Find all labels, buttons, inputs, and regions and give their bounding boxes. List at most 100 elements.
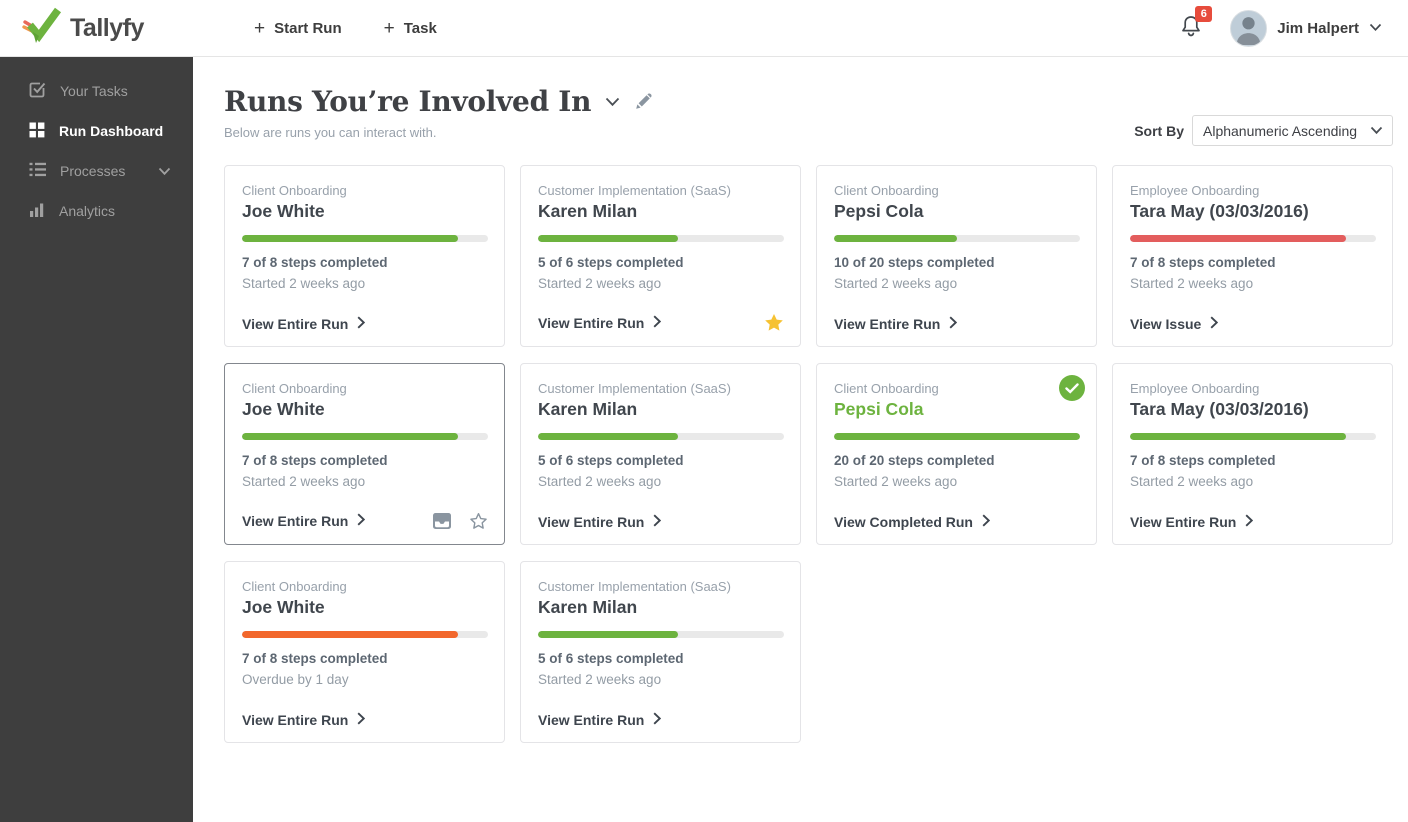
run-title: Joe White (242, 201, 325, 221)
progress-bar (242, 631, 488, 638)
progress-bar-fill (242, 631, 459, 638)
run-card[interactable]: Client Onboarding Joe White 7 of 8 steps… (224, 561, 505, 743)
new-task-button[interactable]: + Task (384, 19, 437, 38)
start-run-button[interactable]: + Start Run (254, 19, 342, 38)
top-bar: Tallyfy + Start Run + Task 6 Jim Halpert (0, 0, 1408, 57)
run-steps-completed: 7 of 8 steps completed (1130, 255, 1276, 270)
run-card[interactable]: Client Onboarding Pepsi Cola 10 of 20 st… (816, 165, 1097, 347)
run-card[interactable]: Customer Implementation (SaaS) Karen Mil… (520, 165, 801, 347)
bell-icon (1180, 15, 1202, 42)
run-steps-completed: 5 of 6 steps completed (538, 453, 684, 468)
progress-bar-fill (538, 631, 679, 638)
view-run-link[interactable]: View Completed Run (834, 514, 991, 530)
progress-bar (1130, 433, 1376, 440)
chevron-right-icon (653, 514, 662, 530)
view-run-link[interactable]: View Entire Run (538, 314, 662, 331)
run-card[interactable]: Customer Implementation (SaaS) Karen Mil… (520, 561, 801, 743)
run-status-text: Started 2 weeks ago (1130, 474, 1254, 489)
chevron-right-icon (357, 712, 366, 728)
run-process-name: Client Onboarding (834, 381, 939, 396)
view-run-link[interactable]: View Entire Run (538, 712, 662, 728)
sidebar-item-run-dashboard[interactable]: Run Dashboard (0, 111, 193, 151)
notifications-button[interactable]: 6 (1180, 5, 1213, 43)
user-menu[interactable]: Jim Halpert (1230, 9, 1382, 47)
view-run-label: View Entire Run (538, 712, 645, 728)
run-card[interactable]: Employee Onboarding Tara May (03/03/2016… (1112, 165, 1393, 347)
bar-chart-icon (29, 202, 45, 221)
sort-select[interactable]: Alphanumeric Ascending (1192, 115, 1393, 146)
view-run-label: View Entire Run (242, 513, 349, 529)
run-steps-completed: 7 of 8 steps completed (1130, 453, 1276, 468)
run-status-text: Overdue by 1 day (242, 672, 349, 687)
run-card[interactable]: Client Onboarding Pepsi Cola 20 of 20 st… (816, 363, 1097, 545)
run-process-name: Client Onboarding (242, 381, 347, 396)
run-status-text: Started 2 weeks ago (242, 474, 366, 489)
task-label: Task (403, 19, 437, 37)
view-run-label: View Entire Run (538, 314, 645, 331)
progress-bar (538, 235, 784, 242)
runs-grid: Client Onboarding Joe White 7 of 8 steps… (224, 165, 1393, 743)
tallyfy-logo[interactable]: Tallyfy (22, 7, 208, 50)
view-run-label: View Entire Run (538, 514, 645, 530)
view-run-link[interactable]: View Entire Run (242, 513, 366, 529)
chevron-right-icon (357, 316, 366, 332)
title-dropdown-chevron-icon[interactable] (605, 97, 620, 107)
run-steps-completed: 5 of 6 steps completed (538, 651, 684, 666)
view-run-link[interactable]: View Entire Run (242, 316, 366, 332)
view-run-link[interactable]: View Entire Run (1130, 514, 1254, 530)
run-title: Karen Milan (538, 201, 638, 221)
plus-icon: + (383, 17, 395, 39)
sidebar-item-label: Processes (60, 163, 126, 179)
progress-bar (538, 631, 784, 638)
sidebar-item-label: Analytics (59, 203, 116, 219)
progress-bar-fill (834, 235, 957, 242)
run-steps-completed: 20 of 20 steps completed (834, 453, 995, 468)
run-card[interactable]: Employee Onboarding Tara May (03/03/2016… (1112, 363, 1393, 545)
processes-list-icon (29, 162, 46, 180)
view-run-label: View Entire Run (834, 316, 941, 332)
run-title: Tara May (03/03/2016) (1130, 201, 1309, 221)
progress-bar-fill (834, 433, 1080, 440)
chevron-right-icon (1210, 316, 1219, 332)
chevron-right-icon (653, 712, 662, 728)
view-run-link[interactable]: View Entire Run (834, 316, 958, 332)
sidebar-item-your-tasks[interactable]: Your Tasks (0, 71, 193, 111)
progress-bar (538, 433, 784, 440)
logo-wordmark: Tallyfy (70, 13, 144, 42)
view-run-label: View Issue (1130, 316, 1202, 332)
run-process-name: Customer Implementation (SaaS) (538, 381, 731, 396)
run-card[interactable]: Customer Implementation (SaaS) Karen Mil… (520, 363, 801, 545)
archive-icon[interactable] (432, 512, 452, 530)
run-status-text: Started 2 weeks ago (834, 474, 958, 489)
chevron-right-icon (357, 513, 366, 529)
view-run-link[interactable]: View Entire Run (242, 712, 366, 728)
run-status-text: Started 2 weeks ago (1130, 276, 1254, 291)
progress-bar (1130, 235, 1376, 242)
completed-check-badge (1059, 375, 1085, 401)
run-process-name: Client Onboarding (242, 579, 347, 594)
run-title: Karen Milan (538, 597, 638, 617)
progress-bar (834, 433, 1080, 440)
chevron-down-icon (1369, 19, 1382, 37)
view-run-label: View Entire Run (1130, 514, 1237, 530)
run-card[interactable]: Client Onboarding Joe White 7 of 8 steps… (224, 363, 505, 545)
favorite-star-filled-icon[interactable] (764, 313, 784, 332)
sidebar-item-label: Your Tasks (60, 83, 128, 99)
run-status-text: Started 2 weeks ago (538, 672, 662, 687)
sidebar-item-analytics[interactable]: Analytics (0, 191, 193, 231)
run-title: Karen Milan (538, 399, 638, 419)
edit-title-pencil-icon[interactable] (634, 92, 653, 111)
sort-select-wrap: Alphanumeric Ascending (1192, 115, 1393, 146)
view-run-label: View Entire Run (242, 712, 349, 728)
favorite-star-outline-icon[interactable] (469, 512, 488, 530)
run-card[interactable]: Client Onboarding Joe White 7 of 8 steps… (224, 165, 505, 347)
run-process-name: Client Onboarding (834, 183, 939, 198)
view-run-link[interactable]: View Issue (1130, 316, 1219, 332)
sidebar-item-processes[interactable]: Processes (0, 151, 193, 191)
run-process-name: Client Onboarding (242, 183, 347, 198)
view-run-link[interactable]: View Entire Run (538, 514, 662, 530)
progress-bar-fill (1130, 235, 1347, 242)
run-steps-completed: 7 of 8 steps completed (242, 453, 388, 468)
run-title: Pepsi Cola (834, 399, 924, 419)
run-status-text: Started 2 weeks ago (834, 276, 958, 291)
